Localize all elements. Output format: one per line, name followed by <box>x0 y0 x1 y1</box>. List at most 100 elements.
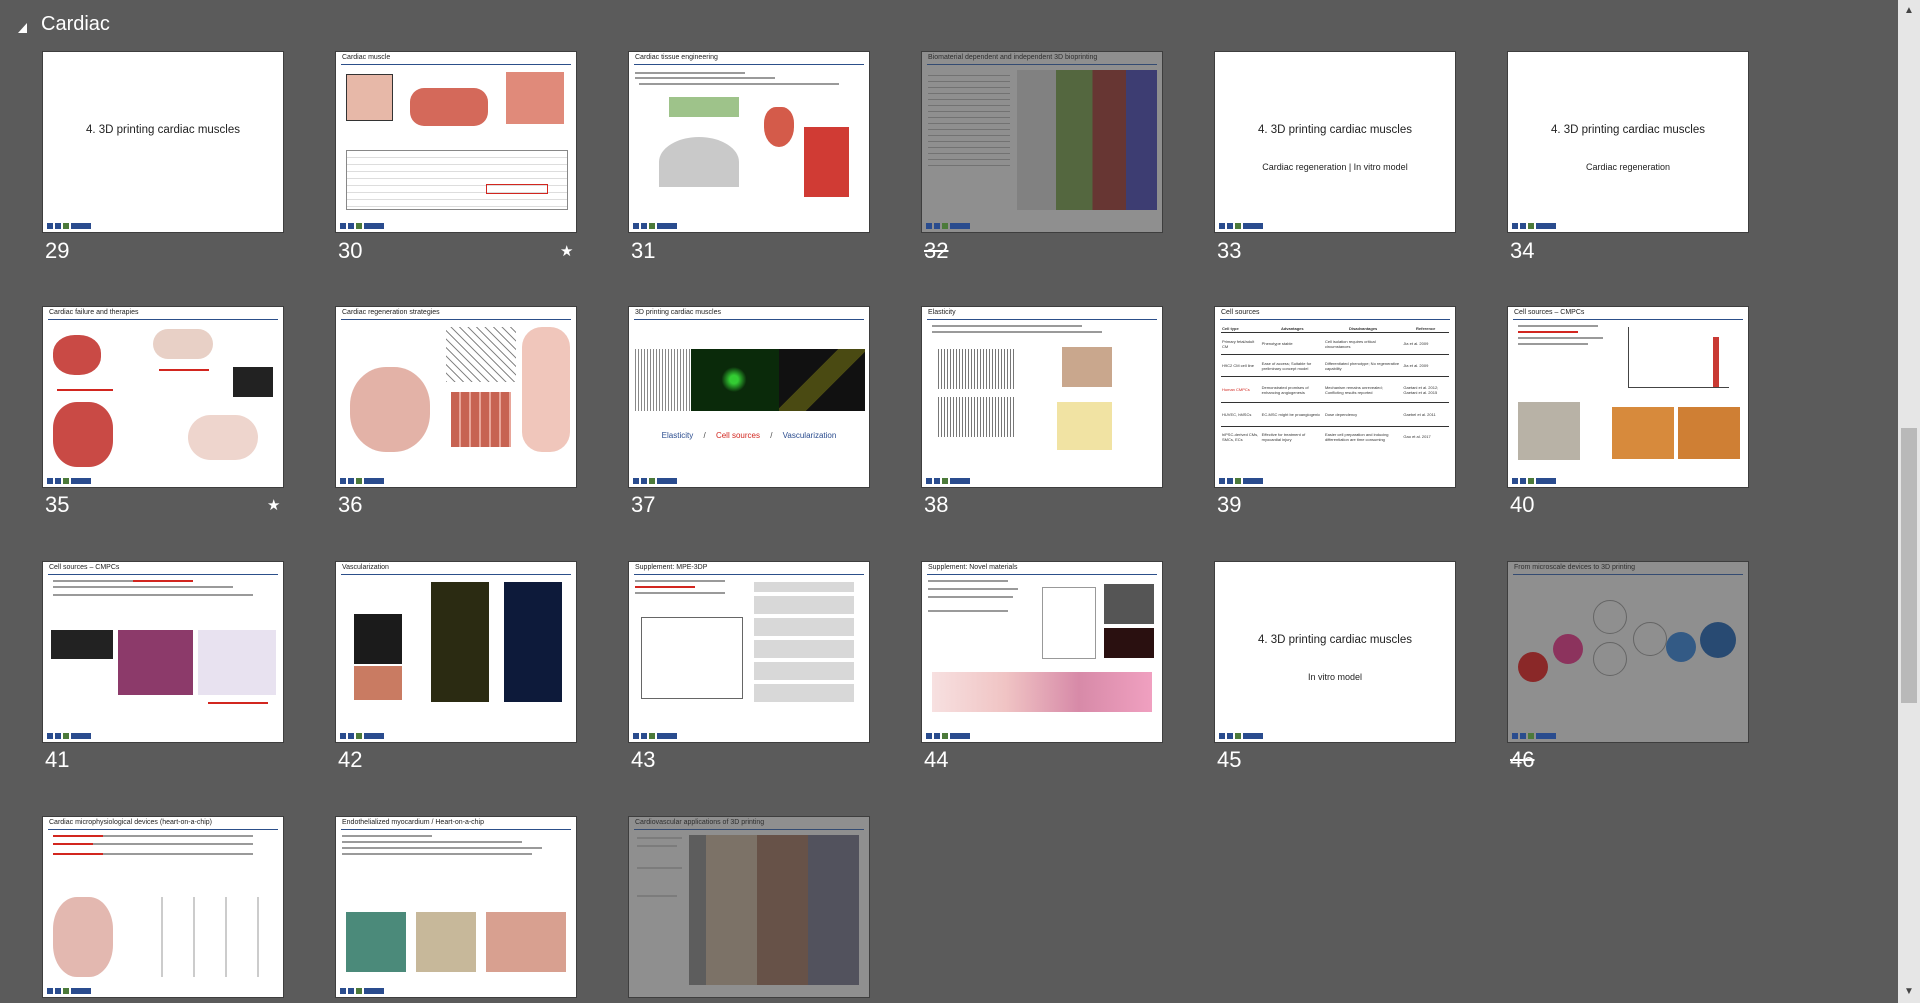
slide-footer <box>633 221 865 229</box>
slide-thumbnail-39[interactable]: Cell sources Cell type Advantages Disadv… <box>1215 307 1455 487</box>
slide-title: Cell sources <box>1221 309 1260 316</box>
slide-number: 44 <box>924 747 949 772</box>
slide-title: Cell sources – CMPCs <box>49 564 120 571</box>
slide-center-title: 4. 3D printing cardiac muscles <box>1257 634 1413 646</box>
slide-footer <box>47 476 279 484</box>
transition-star-icon: ★ <box>267 496 281 514</box>
slide-title: Cardiac failure and therapies <box>49 309 139 316</box>
slide-title: Cardiac microphysiological devices (hear… <box>49 819 213 826</box>
slide-number: 45 <box>1217 747 1242 772</box>
slide-number: 39 <box>1217 492 1242 517</box>
table-cell: Jia et al. 2009 <box>1403 341 1429 346</box>
slide-number: 37 <box>631 492 656 517</box>
slide-title: Vascularization <box>342 564 389 571</box>
slide-center-title: 4. 3D printing cardiac muscles <box>1550 124 1706 136</box>
slide-thumbnail-30[interactable]: Cardiac muscle <box>336 52 576 232</box>
slide-footer <box>1512 221 1744 229</box>
slide-thumbnail-48[interactable]: Endothelialized myocardium / Heart-on-a-… <box>336 817 576 997</box>
slide-thumbnail-29[interactable]: 4. 3D printing cardiac muscles <box>43 52 283 232</box>
label-elasticity: Elasticity <box>661 431 694 440</box>
slide-number: 42 <box>338 747 363 772</box>
slide-footer <box>1512 476 1744 484</box>
slide-center-title: 4. 3D printing cardiac muscles <box>85 124 241 136</box>
slide-footer <box>47 731 279 739</box>
slide-number: 38 <box>924 492 949 517</box>
slide-title: Elasticity <box>928 309 956 316</box>
slide-thumbnail-34[interactable]: 4. 3D printing cardiac muscles Cardiac r… <box>1508 52 1748 232</box>
slide-footer <box>633 476 865 484</box>
table-cell: HUVEC, hMSCs <box>1222 412 1252 417</box>
vertical-scrollbar[interactable]: ▲ ▼ <box>1898 0 1920 1003</box>
slide-thumbnail-42[interactable]: Vascularization <box>336 562 576 742</box>
slide-footer <box>340 986 572 994</box>
slide-number: 35 <box>45 492 70 517</box>
table-cell: Easier cell preparation and inducing dif… <box>1324 431 1389 442</box>
slide-thumbnail-36[interactable]: Cardiac regeneration strategies <box>336 307 576 487</box>
table-cell: Demonstrated promises of enhancing angio… <box>1261 384 1309 395</box>
slide-thumbnail-38[interactable]: Elasticity <box>922 307 1162 487</box>
slide-thumbnail-47[interactable]: Cardiac microphysiological devices (hear… <box>43 817 283 997</box>
slide-thumbnail-44[interactable]: Supplement: Novel materials <box>922 562 1162 742</box>
section-header-cardiac[interactable]: Cardiac <box>18 10 110 38</box>
slide-title: Supplement: MPE-3DP <box>635 564 708 571</box>
slide-thumbnail-31[interactable]: Cardiac tissue engineering <box>629 52 869 232</box>
slide-title: Cell sources – CMPCs <box>1514 309 1585 316</box>
slide-thumbnail-41[interactable]: Cell sources – CMPCs <box>43 562 283 742</box>
table-row: Primary fetal/adult CM Phenotype stable … <box>1221 333 1449 355</box>
slide-footer <box>633 731 865 739</box>
slide-thumbnail-43[interactable]: Supplement: MPE-3DP <box>629 562 869 742</box>
table-header: Disadvantages <box>1349 326 1378 331</box>
slide-title: Cardiac tissue engineering <box>635 54 718 61</box>
table-cell: Dose dependency <box>1324 412 1358 417</box>
slide-footer <box>47 221 279 229</box>
slide-number: 43 <box>631 747 656 772</box>
table-row: hiPSC-derived CMs, SMCs, ECs Effective f… <box>1221 427 1449 447</box>
table-cell: Gao et al. 2017 <box>1403 434 1431 440</box>
table-header: Advantages <box>1280 326 1304 331</box>
label-separator: / <box>770 431 773 440</box>
slide-center-subtitle: In vitro model <box>1307 672 1363 682</box>
slide-footer <box>340 476 572 484</box>
table-cell: Effective for treatment of myocardial in… <box>1261 431 1306 442</box>
slide-footer <box>1512 731 1744 739</box>
table-cell: Phenotype stable <box>1261 341 1293 346</box>
table-cell: Differentiated phenotype; No regenerativ… <box>1324 360 1400 371</box>
slide-thumbnail-35[interactable]: Cardiac failure and therapies <box>43 307 283 487</box>
slide-thumbnail-46[interactable]: From microscale devices to 3D printing <box>1508 562 1748 742</box>
slide-number: 31 <box>631 238 656 263</box>
slide-title: From microscale devices to 3D printing <box>1514 564 1635 571</box>
slide-thumbnail-32[interactable]: Biomaterial dependent and independent 3D… <box>922 52 1162 232</box>
transition-star-icon: ★ <box>560 242 574 260</box>
cell-sources-table: Cell type Advantages Disadvantages Refer… <box>1221 325 1449 447</box>
table-cell: Primary fetal/adult CM <box>1222 338 1255 349</box>
slide-title: Biomaterial dependent and independent 3D… <box>928 54 1098 61</box>
slide-title: Cardiovascular applications of 3D printi… <box>635 819 765 826</box>
section-title: Cardiac <box>41 12 110 35</box>
slide-thumbnail-45[interactable]: 4. 3D printing cardiac muscles In vitro … <box>1215 562 1455 742</box>
slide-number: 41 <box>45 747 70 772</box>
table-cell: H9C2 CM cell line <box>1222 363 1255 368</box>
table-row: H9C2 CM cell line Ease of access; Suitab… <box>1221 355 1449 377</box>
slide-footer <box>1219 221 1451 229</box>
table-cell: hiPSC-derived CMs, SMCs, ECs <box>1222 431 1259 442</box>
slide-title: Endothelialized myocardium / Heart-on-a-… <box>342 819 485 826</box>
slide-thumbnail-37[interactable]: 3D printing cardiac muscles Elasticity /… <box>629 307 869 487</box>
table-cell: EC-MSC might be proangiogenic <box>1261 412 1321 417</box>
scroll-down-icon[interactable]: ▼ <box>1898 981 1920 1003</box>
slide-footer <box>1219 476 1451 484</box>
label-cell-sources: Cell sources <box>715 431 760 440</box>
table-header: Cell type <box>1222 326 1239 331</box>
scroll-up-icon[interactable]: ▲ <box>1898 0 1920 22</box>
slide-title: Supplement: Novel materials <box>928 564 1018 571</box>
table-cell: Human CMPCs <box>1222 387 1250 392</box>
slide-footer <box>926 476 1158 484</box>
slide-number: 30 <box>338 238 363 263</box>
slide-title: 3D printing cardiac muscles <box>635 309 721 316</box>
table-header: Reference <box>1416 326 1436 331</box>
slide-thumbnail-49[interactable]: Cardiovascular applications of 3D printi… <box>629 817 869 997</box>
slide-thumbnail-33[interactable]: 4. 3D printing cardiac muscles Cardiac r… <box>1215 52 1455 232</box>
slide-number: 34 <box>1510 238 1535 263</box>
scrollbar-thumb[interactable] <box>1901 428 1917 703</box>
slide-thumbnail-40[interactable]: Cell sources – CMPCs <box>1508 307 1748 487</box>
collapse-triangle-icon[interactable] <box>18 23 27 33</box>
